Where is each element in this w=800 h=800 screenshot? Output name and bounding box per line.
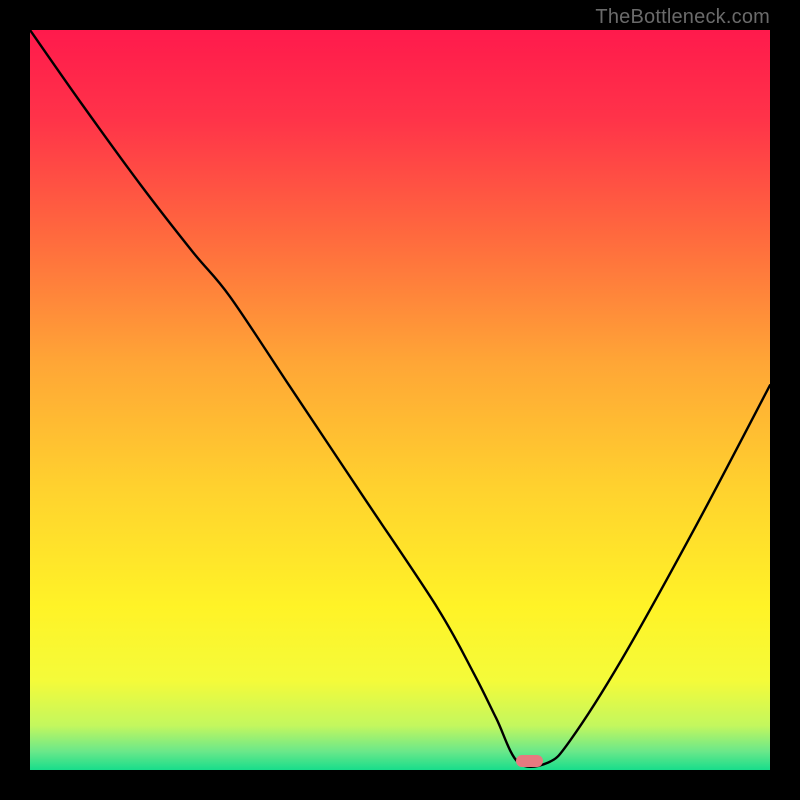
watermark-text: TheBottleneck.com <box>595 6 770 29</box>
chart-frame: { "watermark": "TheBottleneck.com", "col… <box>0 0 800 800</box>
bottleneck-curve <box>30 30 770 770</box>
optimum-marker <box>516 755 543 767</box>
plot-area <box>30 30 770 770</box>
